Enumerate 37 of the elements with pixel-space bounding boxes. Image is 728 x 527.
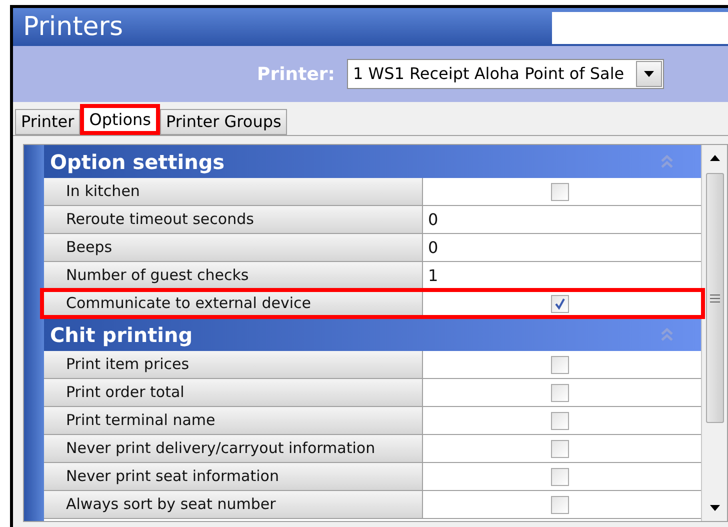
scroll-down-icon[interactable] (710, 505, 720, 511)
tab[interactable]: Printer Groups (160, 109, 288, 135)
property-label: Never print delivery/carryout information (44, 435, 423, 462)
scroll-thumb[interactable] (706, 173, 724, 423)
printer-label: Printer: (257, 62, 335, 86)
checkbox[interactable] (551, 384, 569, 402)
tab[interactable]: Options (80, 104, 160, 135)
property-label: Always sort by seat number (44, 491, 423, 518)
dropdown-icon[interactable] (636, 61, 662, 87)
section-header[interactable]: Option settings (44, 145, 701, 178)
checkbox[interactable] (551, 356, 569, 374)
scroll-up-icon[interactable] (710, 155, 720, 161)
property-label: Print item prices (44, 351, 423, 378)
property-label: Reroute timeout seconds (44, 206, 423, 233)
window-title: Printers (22, 10, 124, 44)
property-value[interactable]: 0 (423, 208, 438, 232)
property-label: In kitchen (44, 178, 423, 205)
property-label: Print order total (44, 379, 423, 406)
property-label: Beeps (44, 234, 423, 261)
section-header[interactable]: Chit printing (44, 318, 701, 351)
checkbox[interactable] (551, 468, 569, 486)
printer-dropdown[interactable]: 1 WS1 Receipt Aloha Point of Sale (347, 59, 664, 89)
property-label: Never print seat information (44, 463, 423, 490)
checkbox[interactable] (551, 412, 569, 430)
property-value[interactable]: 0 (423, 236, 438, 260)
collapse-icon[interactable] (661, 154, 673, 168)
scrollbar[interactable] (701, 145, 727, 521)
property-label: Number of guest checks (44, 262, 423, 289)
tab[interactable]: Printer (15, 109, 80, 135)
search-field[interactable] (552, 12, 728, 44)
checkbox[interactable] (551, 440, 569, 458)
checkbox[interactable] (551, 182, 569, 200)
collapse-icon[interactable] (661, 328, 673, 342)
checkbox[interactable] (551, 294, 569, 312)
property-value[interactable]: 1 (423, 264, 438, 288)
property-label: Print terminal name (44, 407, 423, 434)
checkbox[interactable] (551, 496, 569, 514)
